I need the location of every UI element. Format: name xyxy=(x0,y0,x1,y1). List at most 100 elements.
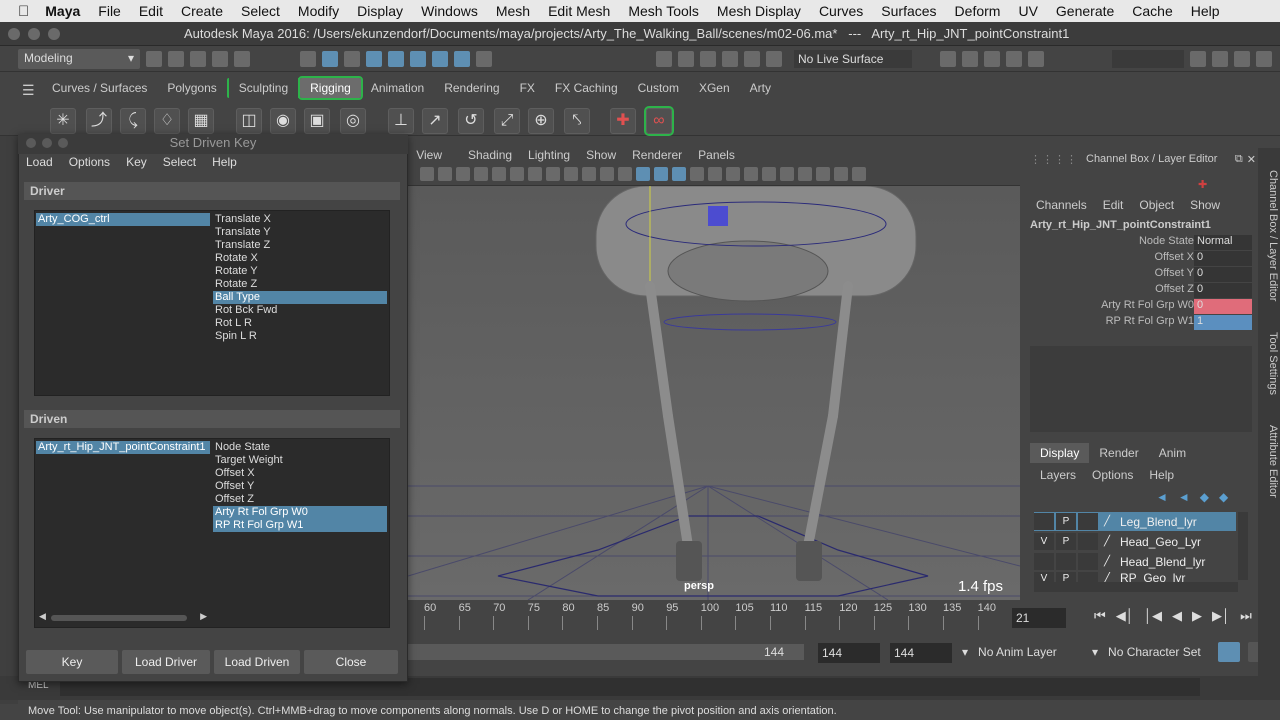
pole-vector-icon[interactable]: ⤣ xyxy=(564,108,590,134)
snap-point-icon[interactable] xyxy=(700,51,716,67)
auto-key-icon[interactable] xyxy=(1218,642,1240,662)
ssao-icon[interactable] xyxy=(654,167,668,181)
driven-attr-item[interactable]: Offset Z xyxy=(213,493,387,506)
shelf-tab-sculpting[interactable]: Sculpting xyxy=(226,78,301,98)
snap-curve-icon[interactable] xyxy=(678,51,694,67)
aim-constraint-icon[interactable]: ↗ xyxy=(422,108,448,134)
default-lighting-icon[interactable] xyxy=(780,167,794,181)
shelf-tab-fx[interactable]: FX xyxy=(510,78,545,98)
driver-attr-item[interactable]: Rotate X xyxy=(213,252,387,265)
xray-icon[interactable] xyxy=(726,167,740,181)
driver-section-header[interactable]: Driver xyxy=(24,182,400,200)
driven-attr-item[interactable]: Target Weight xyxy=(213,454,387,467)
driver-attr-item[interactable]: Translate Z xyxy=(213,239,387,252)
pick-mask-icon-3[interactable] xyxy=(410,51,426,67)
new-layer-selected-icon[interactable]: ◆ xyxy=(1219,490,1228,504)
mac-menu-surfaces[interactable]: Surfaces xyxy=(881,3,936,19)
mac-menu-curves[interactable]: Curves xyxy=(819,3,863,19)
layer-scrollbar[interactable] xyxy=(1238,512,1248,580)
viewport-menu-show[interactable]: Show xyxy=(586,148,616,164)
close-window-icon[interactable] xyxy=(8,27,20,40)
channel-attr-row[interactable]: Node State Normal xyxy=(1030,235,1252,251)
layer-type-toggle[interactable] xyxy=(1078,533,1098,550)
anti-alias-icon[interactable] xyxy=(690,167,704,181)
channel-attr-value[interactable]: Normal xyxy=(1194,235,1252,250)
channel-attr-value[interactable]: 0 xyxy=(1194,299,1252,314)
modeling-toolkit-icon[interactable] xyxy=(1190,51,1206,67)
driven-hscrollbar[interactable]: ◀ ▶ xyxy=(37,611,209,625)
viewport-menu-panels[interactable]: Panels xyxy=(698,148,735,164)
float-panel-icon[interactable]: ⧉ xyxy=(1235,153,1243,166)
snap-view-icon[interactable] xyxy=(722,51,738,67)
scroll-right-icon[interactable]: ▶ xyxy=(200,611,207,622)
four-pane-icon[interactable] xyxy=(852,167,866,181)
wireframe-icon[interactable] xyxy=(564,167,578,181)
driver-object[interactable]: Arty_COG_ctrl xyxy=(36,213,210,226)
layer-menu-layers[interactable]: Layers xyxy=(1040,468,1076,482)
render-view-icon[interactable] xyxy=(1006,51,1022,67)
shadows-icon[interactable] xyxy=(636,167,650,181)
mac-menu-display[interactable]: Display xyxy=(357,3,403,19)
hypershade-icon[interactable] xyxy=(1028,51,1044,67)
shelf-tab-arty[interactable]: Arty xyxy=(740,78,781,98)
render-settings-icon[interactable] xyxy=(940,51,956,67)
save-scene-icon[interactable] xyxy=(190,51,206,67)
mac-menu-edit[interactable]: Edit xyxy=(139,3,163,19)
scene-view[interactable]: persp 1.4 fps xyxy=(407,185,1021,601)
mac-menu-file[interactable]: File xyxy=(98,3,121,19)
driven-attr-item[interactable]: Arty Rt Fol Grp W0 xyxy=(213,506,387,519)
channel-attr-row[interactable]: Offset Z0 xyxy=(1030,283,1252,299)
character-controls-icon[interactable] xyxy=(1212,51,1228,67)
driven-attr-item[interactable]: Offset Y xyxy=(213,480,387,493)
channel-box-icon[interactable] xyxy=(1256,51,1272,67)
app-name[interactable]: Maya xyxy=(45,3,80,19)
shelf-tab-fx-caching[interactable]: FX Caching xyxy=(545,78,628,98)
shelf-tab-animation[interactable]: Animation xyxy=(361,78,434,98)
shelf-tab-xgen[interactable]: XGen xyxy=(689,78,740,98)
playback-end-field[interactable]: 144 xyxy=(818,643,880,663)
mac-menu-mesh[interactable]: Mesh xyxy=(496,3,530,19)
tab-tool-settings[interactable]: Tool Settings xyxy=(1259,323,1279,403)
pick-mask-icon-2[interactable] xyxy=(388,51,404,67)
hamburger-icon[interactable]: ☰ xyxy=(22,82,35,99)
hud-icon[interactable] xyxy=(798,167,812,181)
smooth-shade-icon[interactable] xyxy=(582,167,596,181)
snap-surface-icon[interactable] xyxy=(744,51,760,67)
driven-object[interactable]: Arty_rt_Hip_JNT_pointConstraint1 xyxy=(36,441,210,454)
tab-channel-box[interactable]: Channel Box / Layer Editor xyxy=(1259,156,1279,316)
snap-live-icon[interactable] xyxy=(766,51,782,67)
channel-attr-value[interactable]: 1 xyxy=(1194,315,1252,330)
scale-constraint-icon[interactable]: ⤢ xyxy=(494,108,520,134)
driven-attr-item[interactable]: RP Rt Fol Grp W1 xyxy=(213,519,387,532)
shelf-tab-polygons[interactable]: Polygons xyxy=(157,78,226,98)
viewport-menu-renderer[interactable]: Renderer xyxy=(632,148,682,164)
lights-icon[interactable] xyxy=(618,167,632,181)
close-panel-icon[interactable]: ✕ xyxy=(1247,153,1256,166)
step-forward-key-icon[interactable]: ▶│ xyxy=(1212,608,1230,624)
current-frame-field[interactable]: 21 xyxy=(1012,608,1066,628)
mac-menu-mesh-display[interactable]: Mesh Display xyxy=(717,3,801,19)
driver-attr-item[interactable]: Rot L R xyxy=(213,317,387,330)
driver-attr-item[interactable]: Rot Bck Fwd xyxy=(213,304,387,317)
move-layer-down-icon[interactable]: ◄ xyxy=(1178,490,1190,504)
layer-type-toggle[interactable] xyxy=(1078,553,1098,570)
layer-tab-anim[interactable]: Anim xyxy=(1149,443,1196,463)
new-scene-icon[interactable] xyxy=(146,51,162,67)
driven-section-header[interactable]: Driven xyxy=(24,410,400,428)
layer-row[interactable]: V P ╱ Head_Geo_Lyr xyxy=(1034,532,1236,551)
layer-color-swatch[interactable]: ╱ xyxy=(1100,553,1114,570)
anim-layer-dropdown[interactable]: ▾ No Anim Layer xyxy=(962,645,1057,659)
ipr-render-icon[interactable] xyxy=(984,51,1000,67)
sdk-menu-help[interactable]: Help xyxy=(212,155,237,173)
grid-icon[interactable] xyxy=(492,167,506,181)
bookmark-icon[interactable] xyxy=(456,167,470,181)
resolution-gate-icon[interactable] xyxy=(528,167,542,181)
select-object-icon[interactable] xyxy=(322,51,338,67)
channel-box-menu-show[interactable]: Show xyxy=(1190,198,1220,214)
sdk-menu-options[interactable]: Options xyxy=(69,155,110,173)
minimize-dialog-icon[interactable] xyxy=(42,138,52,148)
layer-visibility-toggle[interactable]: V xyxy=(1034,533,1054,550)
image-plane-icon[interactable] xyxy=(474,167,488,181)
layer-playback-toggle[interactable] xyxy=(1056,553,1076,570)
set-key-icon[interactable]: ✚ xyxy=(610,108,636,134)
